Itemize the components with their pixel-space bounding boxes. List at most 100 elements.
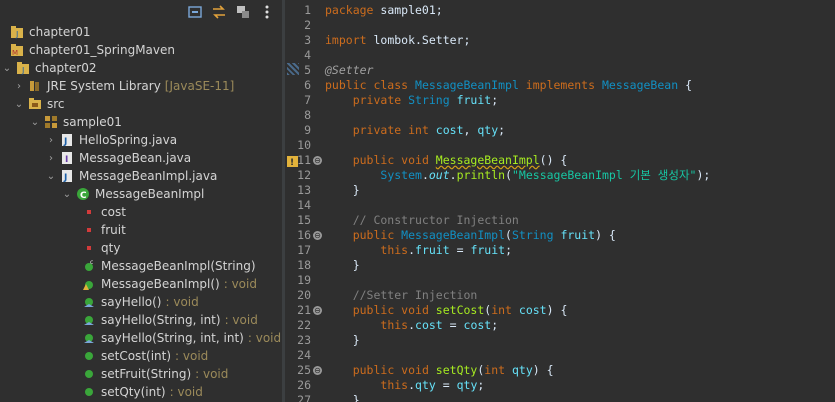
- line-number: 27: [297, 393, 311, 402]
- code-token: String: [408, 93, 457, 107]
- code-line[interactable]: private String fruit;: [325, 93, 498, 108]
- line-number: 19: [297, 273, 311, 287]
- line-number: 20: [297, 288, 311, 302]
- tree-item[interactable]: sayHello(): void: [82, 293, 199, 311]
- code-token: @Setter: [325, 63, 374, 77]
- code-token: setCost: [435, 303, 485, 317]
- tree-item[interactable]: Mchapter01_SpringMaven: [10, 41, 175, 59]
- tree-item-label: sayHello(): [101, 295, 162, 309]
- chevron-down-icon[interactable]: ⌄: [14, 99, 24, 110]
- fold-toggle-icon[interactable]: ⊖: [313, 231, 322, 240]
- tree-item[interactable]: ⌄ sample01: [30, 113, 122, 131]
- fold-toggle-icon[interactable]: ⊖: [313, 156, 322, 165]
- tree-item-label: setQty(int): [101, 385, 166, 399]
- code-line[interactable]: }: [325, 183, 360, 198]
- code-line[interactable]: }: [325, 333, 360, 348]
- code-token: fruit: [456, 93, 492, 107]
- code-token: ;: [491, 93, 499, 107]
- tree-item[interactable]: setCost(int): void: [82, 347, 208, 365]
- code-token: (: [505, 168, 512, 182]
- fold-toggle-icon[interactable]: ⊖: [313, 306, 322, 315]
- chevron-down-icon[interactable]: ⌄: [2, 63, 12, 74]
- line-number: 8: [304, 108, 311, 122]
- chevron-down-icon[interactable]: ⌄: [30, 117, 40, 128]
- code-line[interactable]: package sample01;: [325, 3, 443, 18]
- private-field-icon: [82, 223, 96, 237]
- code-token: private: [352, 93, 409, 107]
- code-line[interactable]: }: [325, 258, 360, 273]
- collapse-all-icon[interactable]: [186, 3, 204, 21]
- svg-text:!: !: [290, 158, 294, 168]
- tree-item-label: sayHello(String, int, int): [101, 331, 244, 345]
- code-token: () {: [539, 153, 568, 167]
- code-token: out: [428, 168, 450, 182]
- tree-item[interactable]: ⌄ J MessageBeanImpl.java: [46, 167, 218, 185]
- tree-item[interactable]: cost: [82, 203, 126, 221]
- code-line[interactable]: public void MessageBeanImpl() {: [325, 153, 568, 168]
- tree-item[interactable]: MessageBeanImpl(): void: [82, 275, 257, 293]
- code-line[interactable]: //Setter Injection: [325, 288, 478, 303]
- code-line[interactable]: @Setter: [325, 63, 373, 78]
- filter-icon[interactable]: [234, 3, 252, 21]
- tree-item[interactable]: ⌄ Jchapter02: [2, 59, 97, 77]
- chevron-right-icon[interactable]: ›: [14, 81, 24, 92]
- tree-item-label: cost: [101, 205, 126, 219]
- library-icon: [28, 79, 42, 93]
- code-token: String: [511, 228, 561, 242]
- code-line[interactable]: public class MessageBeanImpl implements …: [325, 78, 692, 93]
- chevron-right-icon[interactable]: ›: [46, 135, 56, 146]
- code-line[interactable]: private int cost, qty;: [325, 123, 505, 138]
- tree-item-suffix: [JavaSE-11]: [164, 79, 235, 93]
- tree-item[interactable]: › I MessageBean.java: [46, 149, 191, 167]
- code-token: public void: [352, 303, 436, 317]
- code-token: qty: [477, 123, 499, 137]
- code-token: System: [380, 168, 422, 182]
- code-line[interactable]: this.cost = cost;: [325, 318, 498, 333]
- code-token: (: [505, 228, 512, 242]
- view-menu-icon[interactable]: [258, 3, 276, 21]
- tree-item[interactable]: setFruit(String): void: [82, 365, 228, 383]
- tree-item[interactable]: ⌄ src: [14, 95, 65, 113]
- link-with-editor-icon[interactable]: [210, 3, 228, 21]
- line-number: 25: [297, 363, 311, 377]
- tree-item-label: MessageBeanImpl: [95, 187, 205, 201]
- code-token: MessageBean: [601, 78, 679, 92]
- tree-item[interactable]: sayHello(String, int): void: [82, 311, 258, 329]
- tree-item[interactable]: fruit: [82, 221, 126, 239]
- tree-item[interactable]: qty: [82, 239, 120, 257]
- tree-item-label: fruit: [101, 223, 126, 237]
- tree-item[interactable]: Jchapter01: [10, 23, 90, 41]
- chevron-down-icon[interactable]: ⌄: [46, 171, 56, 182]
- code-line[interactable]: this.qty = qty;: [325, 378, 484, 393]
- code-line[interactable]: import lombok.Setter;: [325, 33, 470, 48]
- code-line[interactable]: this.fruit = fruit;: [325, 243, 512, 258]
- code-line[interactable]: public MessageBeanImpl(String fruit) {: [325, 228, 616, 243]
- code-line[interactable]: }: [325, 393, 360, 402]
- tree-item[interactable]: c MessageBeanImpl(String): [82, 257, 256, 275]
- line-number: 18: [297, 258, 311, 272]
- svg-text:c: c: [90, 259, 93, 266]
- chevron-right-icon[interactable]: ›: [46, 153, 56, 164]
- code-line[interactable]: public void setQty(int qty) {: [325, 363, 554, 378]
- tree-item[interactable]: setQty(int): void: [82, 383, 203, 401]
- code-line[interactable]: System.out.println("MessageBeanImpl 기본 생…: [325, 168, 710, 183]
- tree-item[interactable]: sayHello(String, int, int): void: [82, 329, 281, 347]
- tree-item[interactable]: ⌄ C MessageBeanImpl: [62, 185, 205, 203]
- line-number: 3: [304, 33, 311, 47]
- chevron-down-icon[interactable]: ⌄: [62, 189, 72, 200]
- fold-toggle-icon[interactable]: ⊖: [313, 366, 322, 375]
- tree-item-suffix: : void: [175, 349, 209, 363]
- code-token: {: [678, 78, 692, 92]
- tree-item[interactable]: › JRE System Library [JavaSE-11]: [14, 77, 234, 95]
- warning-icon[interactable]: !: [286, 153, 299, 168]
- code-line[interactable]: public void setCost(int cost) {: [325, 303, 568, 318]
- code-token: }: [325, 393, 360, 402]
- public-method-icon: [82, 349, 96, 363]
- line-number: 16: [297, 228, 311, 242]
- code-editor[interactable]: 1 2 3 4 5 6 7 8 9 10 11 ⊖ 12 13 14 15 16 ⊖ 17 18 19 20 21 ⊖ 22 23…: [285, 0, 835, 402]
- tree-item[interactable]: › J HelloSpring.java: [46, 131, 177, 149]
- code-line[interactable]: // Constructor Injection: [325, 213, 519, 228]
